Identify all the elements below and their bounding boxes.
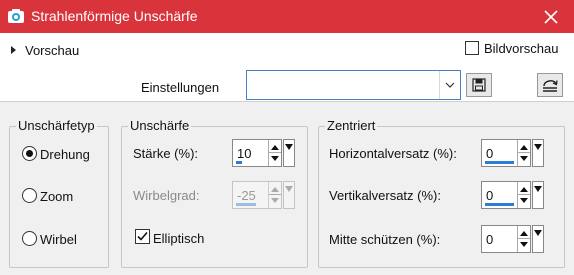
arrow-up-icon (271, 145, 279, 150)
strength-label: Stärke (%): (133, 146, 199, 161)
arrow-down-icon (271, 156, 279, 161)
elliptical-checkbox[interactable] (135, 229, 150, 244)
preview-label: Vorschau (25, 43, 80, 58)
combo-dropdown-button[interactable] (439, 71, 460, 99)
centered-legend: Zentriert (325, 118, 378, 133)
horizontal-offset-spinbox[interactable]: 0 (481, 139, 531, 167)
dropdown-arrow-icon (534, 230, 542, 236)
horizontal-offset-label: Horizontalversatz (%): (329, 146, 457, 161)
image-preview-label: Bildvorschau (484, 41, 559, 56)
settings-combo[interactable] (246, 70, 461, 100)
elliptical-label: Elliptisch (153, 231, 205, 246)
strength-spinbox[interactable]: 10 (232, 139, 282, 167)
arrow-up-icon (520, 187, 528, 192)
preview-expander[interactable]: Vorschau (11, 43, 91, 59)
radio-zoom-label: Zoom (40, 189, 74, 204)
save-icon (472, 78, 486, 92)
dropdown-arrow-icon (285, 144, 293, 150)
camera-icon (8, 9, 24, 23)
dropdown-arrow-icon (534, 144, 542, 150)
vertical-offset-stepper[interactable] (517, 182, 530, 208)
protect-center-value: 0 (486, 232, 494, 247)
strength-stepper[interactable] (268, 140, 281, 166)
expand-arrow-icon (11, 46, 16, 54)
horizontal-offset-value: 0 (486, 146, 494, 161)
strength-level-bar (236, 161, 242, 164)
chevron-down-icon (445, 82, 455, 88)
arrow-down-icon (520, 198, 528, 203)
close-button[interactable] (528, 0, 574, 33)
strength-dropdown-button[interactable] (283, 139, 295, 167)
protect-center-spinbox[interactable]: 0 (481, 225, 531, 253)
swirl-dropdown-button[interactable] (283, 181, 295, 209)
save-settings-button[interactable] (466, 73, 492, 97)
arrow-down-icon (520, 156, 528, 161)
arrow-down-icon (271, 198, 279, 203)
close-icon (544, 9, 558, 24)
vertical-offset-dropdown-button[interactable] (532, 181, 544, 209)
arrow-up-icon (271, 187, 279, 192)
vertical-offset-label: Vertikalversatz (%): (329, 188, 441, 203)
vertical-offset-value: 0 (486, 188, 494, 203)
horizontal-offset-dropdown-button[interactable] (532, 139, 544, 167)
arrow-up-icon (520, 145, 528, 150)
horizontal-offset-level-bar (485, 161, 514, 164)
radio-swirl[interactable] (22, 231, 37, 246)
arrow-up-icon (520, 231, 528, 236)
swirl-label: Wirbelgrad: (133, 188, 200, 203)
reset-icon (543, 80, 558, 92)
protect-center-stepper[interactable] (517, 226, 530, 252)
swirl-value: -25 (237, 188, 256, 203)
swirl-stepper[interactable] (268, 182, 281, 208)
dropdown-arrow-icon (534, 186, 542, 192)
radio-zoom[interactable] (22, 188, 37, 203)
protect-center-label: Mitte schützen (%): (329, 232, 441, 247)
options-panel: Unschärfetyp Drehung Zoom Wirbel Unschär… (0, 101, 574, 275)
horizontal-offset-stepper[interactable] (517, 140, 530, 166)
settings-label: Einstellungen (141, 80, 220, 95)
blur-type-legend: Unschärfetyp (16, 118, 97, 133)
strength-value: 10 (237, 146, 252, 161)
arrow-down-icon (520, 242, 528, 247)
radio-rotation[interactable] (22, 146, 37, 161)
radio-rotation-label: Drehung (40, 147, 90, 162)
protect-center-dropdown-button[interactable] (532, 225, 544, 253)
checkmark-icon (137, 231, 148, 241)
title-bar: Strahlenförmige Unschärfe (0, 0, 574, 33)
radio-swirl-label: Wirbel (40, 232, 77, 247)
swirl-level-bar (236, 203, 256, 206)
image-preview-checkbox[interactable] (465, 41, 479, 55)
vertical-offset-spinbox[interactable]: 0 (481, 181, 531, 209)
window-title: Strahlenförmige Unschärfe (31, 8, 198, 24)
vertical-offset-level-bar (485, 203, 514, 206)
reset-settings-button[interactable] (537, 73, 563, 97)
blur-legend: Unschärfe (128, 118, 192, 133)
swirl-spinbox[interactable]: -25 (232, 181, 282, 209)
dropdown-arrow-icon (285, 186, 293, 192)
